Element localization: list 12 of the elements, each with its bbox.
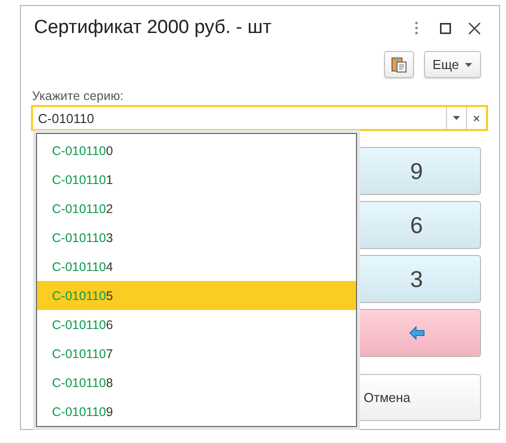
series-field[interactable]: C-010110 [33, 110, 446, 126]
window-title: Сертификат 2000 руб. - шт [34, 17, 272, 39]
caret-icon [465, 62, 472, 66]
list-item[interactable]: C-0101105 [37, 281, 356, 310]
paste-button[interactable] [384, 51, 414, 78]
list-item[interactable]: C-0101107 [37, 339, 356, 368]
list-item[interactable]: C-0101106 [37, 310, 356, 339]
combo-box[interactable]: C-010110 [31, 105, 488, 131]
more-button[interactable]: Еще [424, 51, 481, 78]
left-arrow-icon [408, 326, 424, 340]
clipboard-icon [390, 56, 407, 73]
field-label: Укажите серию: [32, 89, 124, 103]
